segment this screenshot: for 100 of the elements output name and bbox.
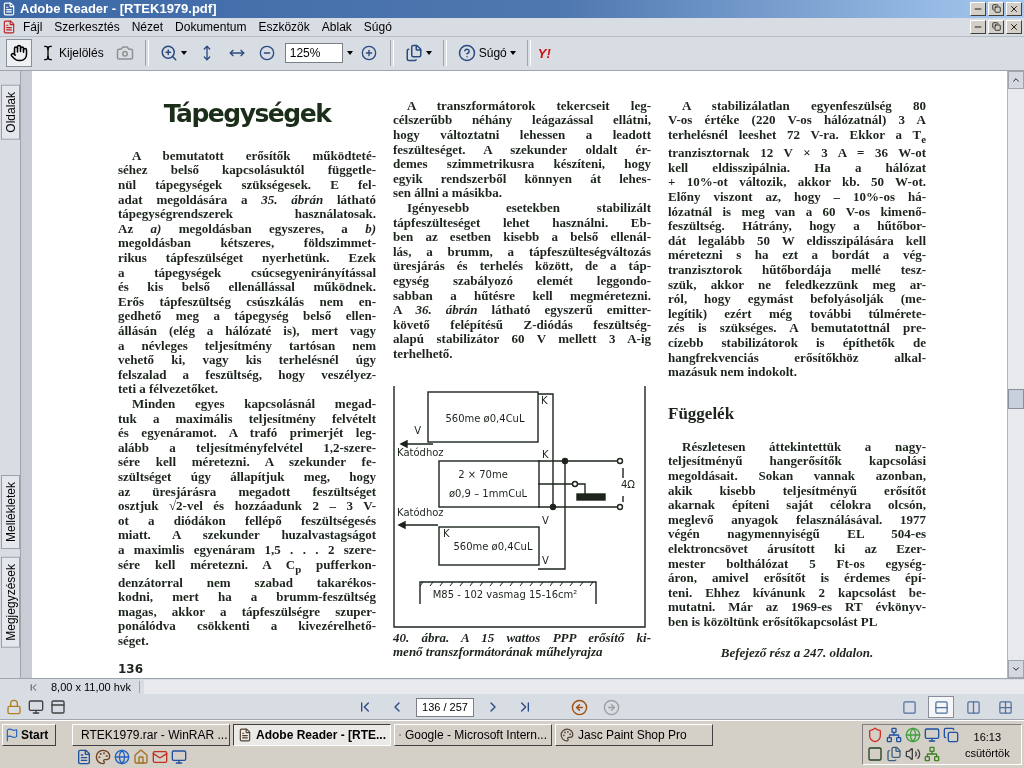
taskbar-button[interactable]: RTEK1979.rar - WinRAR ... — [72, 724, 230, 746]
menu-item[interactable]: Szerkesztés — [49, 19, 125, 34]
restore-button[interactable] — [988, 2, 1004, 16]
zoom-in-icon — [360, 45, 377, 62]
tray-icon — [924, 727, 940, 743]
window-icon — [50, 699, 66, 715]
diagram-label: 560me ø0,4CuL — [445, 412, 525, 424]
caret-icon — [509, 51, 516, 56]
help-button[interactable]: Súgó — [453, 39, 520, 68]
close-icon — [1009, 21, 1019, 32]
page-number-field[interactable]: 136 / 257 — [416, 697, 474, 717]
diagram-label: K — [541, 394, 548, 406]
tray-icon — [886, 727, 902, 743]
side-tab[interactable]: Oldalak — [0, 84, 20, 140]
paragraph-text: Részletesen áttekintettük a nagy- teljesítményű hangerősítők kapcsolási megoldásait. Sokan vannak azonban, akik kisebb teljesítményű erősítőt akarnak építeni saját célokra olcsón, meglevő anyagok felasználásával. 1977 végén nagymennyiségű EL 504-es elektroncsövet árusított ki az Ezer- mester bolthálózat 5 Ft-os egység- áron, amivel erősítőt is érdemes épí- teni. Ehhez kívánunk 2 kapcsolást be- mutatni. Már az 1969-es RT évkönyv- ben is közöltünk erősítőkapcsolást PL — [668, 439, 926, 630]
quick-launch-icon — [133, 749, 149, 765]
taskbar-button[interactable]: Google - Microsoft Intern... — [394, 724, 552, 746]
scroll-thumb[interactable] — [1008, 388, 1024, 409]
restore-icon — [991, 22, 1001, 32]
close-button[interactable] — [1006, 19, 1022, 34]
menu-item[interactable]: Nézet — [126, 19, 169, 34]
page-layout-icon — [901, 699, 917, 715]
diagram-label: 560me ø0,4CuL — [453, 540, 533, 552]
minimize-button[interactable] — [970, 19, 986, 34]
paragraph-text: Igényesebb esetekben stabilizált tápfeszülteséget lehet használni. Eb- ben az esetben kisebb a belső ellenál- lás, a brumm, a tápfeszülteségváltozás üresjárás és terhelés között, de a táp- egység szabályozó elemét leggondo- sabban a hűtésre kell megméretezni. A 36. ábrán látható egyszerű emitter- követő felépítésű Z-diódás feszültség- alapú stabilizátor 60 V mellett 3 A-ig terhelhető. — [393, 201, 651, 362]
restore-button[interactable] — [988, 19, 1004, 34]
view-mode-button[interactable] — [928, 696, 954, 718]
continuation-note: Befejező rész a 247. oldalon. — [719, 645, 875, 662]
camera-icon — [115, 44, 134, 63]
side-tab[interactable]: Mellékletek — [0, 475, 20, 550]
diagram-label: M85 - 102 vasmag 15-16cm² — [432, 588, 578, 600]
zoom-field[interactable]: 125% — [284, 43, 343, 64]
menu-item[interactable]: Dokumentum — [170, 19, 252, 34]
quick-launch-icon — [76, 749, 92, 765]
lock-icon — [6, 699, 22, 715]
caret-icon — [346, 51, 353, 56]
diagram-label: V — [414, 424, 421, 436]
paragraph-text: A bemutatott erősítők működteté- séhez belső kapcsolásuktól függetle- nül tápegységek szükségesek. E fel- adat megoldására a 35. ábrán látható tápegységrendszerek használatosak. Az a) megoldásban egyszeres, a b) megoldásban kétszeres, földszimmet- rikus tápfeszülséget nyerhetünk. Ezek a tápegységek csúcsegyenirányítással és kis belső ellenállással működnek. Erős tápfeszültség csúszkálás nem en- gedhető meg a tápegység belső ellen- állásán (elég a hálózaté is), mert vagy a névleges teljesítmény tartósan nem vehető ki, vagy kis terhelésnél úgy felszalad a feszültség, hogy veszélyez- teti a félvezetőket. — [118, 148, 376, 397]
diagram-label: Katódhoz — [397, 506, 444, 518]
diagram-label: K — [542, 448, 549, 460]
close-icon — [1009, 4, 1019, 14]
hand-tool-button[interactable] — [6, 39, 32, 68]
zoom-in-icon — [159, 44, 178, 63]
zoom-out-icon — [258, 45, 275, 62]
menu-item[interactable]: Fájl — [18, 19, 48, 34]
paragraph-text: A transzformátorok tekercseit leg- célszerűbb néhány leágazással ellátni, hogy változtatni lehessen a leadott feszülteséget. A szekunder oldalt ér- demes szimmetrikusra készíteni, hogy egyik rendszerből könnyen át lehes- sen állni a másikba. — [393, 98, 651, 202]
page-size-text: 8,00 x 11,00 hvk — [43, 681, 140, 694]
section-heading: Függelék — [668, 403, 736, 424]
diagram-label: Katódhoz — [397, 446, 444, 458]
start-button[interactable]: Start — [2, 724, 56, 746]
diagram-label: V — [542, 554, 549, 566]
taskbar-button[interactable]: Jasc Paint Shop Pro — [555, 724, 713, 746]
menu-item[interactable]: Ablak — [316, 19, 357, 34]
horizontal-scrollbar[interactable] — [143, 680, 1024, 695]
document-icon — [2, 19, 16, 34]
hand-icon — [10, 44, 28, 63]
select-tool-button[interactable]: Kijelölés — [36, 39, 108, 68]
tray-icon — [867, 746, 883, 762]
page-number: 136 — [118, 661, 145, 676]
monitor-icon — [28, 699, 44, 715]
diagram-label: 2 × 70me — [458, 468, 508, 480]
diagram-label: ø0,9 – 1mmCuL — [448, 487, 528, 499]
clock-time: 16:13 — [973, 730, 1002, 743]
tray-icon — [886, 746, 902, 762]
restore-icon — [991, 4, 1001, 14]
tray-icon — [943, 727, 959, 743]
paragraph-text: A stabilizálatlan egyenfeszülség 80 V-os értéke (220 V-os hálózatnál) 3 A terhelésnél leeshet 72 V-ra. Ekkor a T$_{e}$ tranzisztornak 12 V × 3 A = 36 W-ot kell eldisszipálnia. Ha a hálózat + 10%-ot változik, akkor kb. 50 W-ot. Előny viszont az, hogy – 10%-os há- lózatnál is meg van a 60 V-os kimenő- feszültség. Hátrány, hogy a hűtőbor- dát legalább 50 W eldisszipálására kell méretezni s ha ezt a bordát a vég- tranzisztorok hűtőbordája mellé tesz- szük, akkor ne feledkezzünk meg ar- ról, hogy egymást befolyásolják (me- legítik) ezért még további túlmérete- zés is szükséges. A bemutatottnál pre- cízebb stabilizátorok is építhetők de hangfrekvenciás erősítőkhöz alkal- mazásuk nem indokolt. — [668, 98, 926, 380]
menu-item[interactable]: Eszközök — [253, 19, 315, 34]
page-layout-icon — [997, 699, 1013, 715]
window-title: Adobe Reader - [RTEK1979.pdf] — [20, 1, 218, 17]
page-layout-icon — [933, 699, 949, 715]
paragraph-text: 40. ábra. A 15 wattos PPP erősítő ki- menő transzformátorának műhelyrajza — [393, 630, 651, 660]
document-icon — [2, 2, 16, 16]
minimize-button[interactable] — [970, 2, 986, 16]
side-tab[interactable]: Megjegyzések — [0, 557, 20, 649]
flag-icon — [5, 728, 19, 742]
tray-icon — [867, 727, 883, 743]
yahoo-logo[interactable]: Y! — [537, 45, 551, 61]
menu-item[interactable]: Súgó — [358, 19, 397, 34]
page-layout-icon — [965, 699, 981, 715]
quick-launch-icon — [171, 749, 187, 765]
scrollbar[interactable] — [1007, 70, 1024, 679]
tray-icon — [905, 746, 921, 762]
quick-launch-icon — [114, 749, 130, 765]
quick-launch-icon — [152, 749, 168, 765]
taskbar-button[interactable]: Adobe Reader - [RTE... — [233, 724, 391, 746]
quick-launch-icon — [95, 749, 111, 765]
article-title: Tápegységek — [162, 98, 333, 130]
caret-icon — [425, 51, 432, 56]
close-button[interactable] — [1006, 2, 1022, 16]
diagram-label: K — [443, 527, 450, 539]
pages-icon — [404, 44, 423, 63]
clock-day: csütörtök — [965, 746, 1010, 759]
tray-icon — [905, 727, 921, 743]
help-icon — [457, 44, 476, 63]
scroll-left-icon — [28, 681, 39, 693]
caret-icon — [180, 51, 187, 56]
paragraph-text: Minden egyes kapcsolásnál megad- tuk a maximális teljesítmény felvételt és egyenáramot. A trafó primerjét leg- alább a teljesítményfelvétel 1,2-szere- sére kell méretezni. A szekunder fe- szültséget úgy állapítjuk meg, hogy az üresjárásra megadott feszültséget osztjuk √2-vel és hozzáadunk 2 – 3 V- ot a diódákon fellépő feszültségesés miatt. A szekunder huzalvastagságot a maximlis egyenáram 1,5 . . . 2 szere- sére kell méretezni. A C$_{p}$ pufferkon- denzátorral nem szabad takarékos- kodni, mert ha a brumm-feszültség magas, akkor a tápfeszülségre szuper- ponálódva csökkenti a kivezérelhető- séget. — [118, 397, 376, 649]
diagram-label: V — [542, 514, 549, 526]
diagram-label: 4Ω — [621, 478, 635, 490]
